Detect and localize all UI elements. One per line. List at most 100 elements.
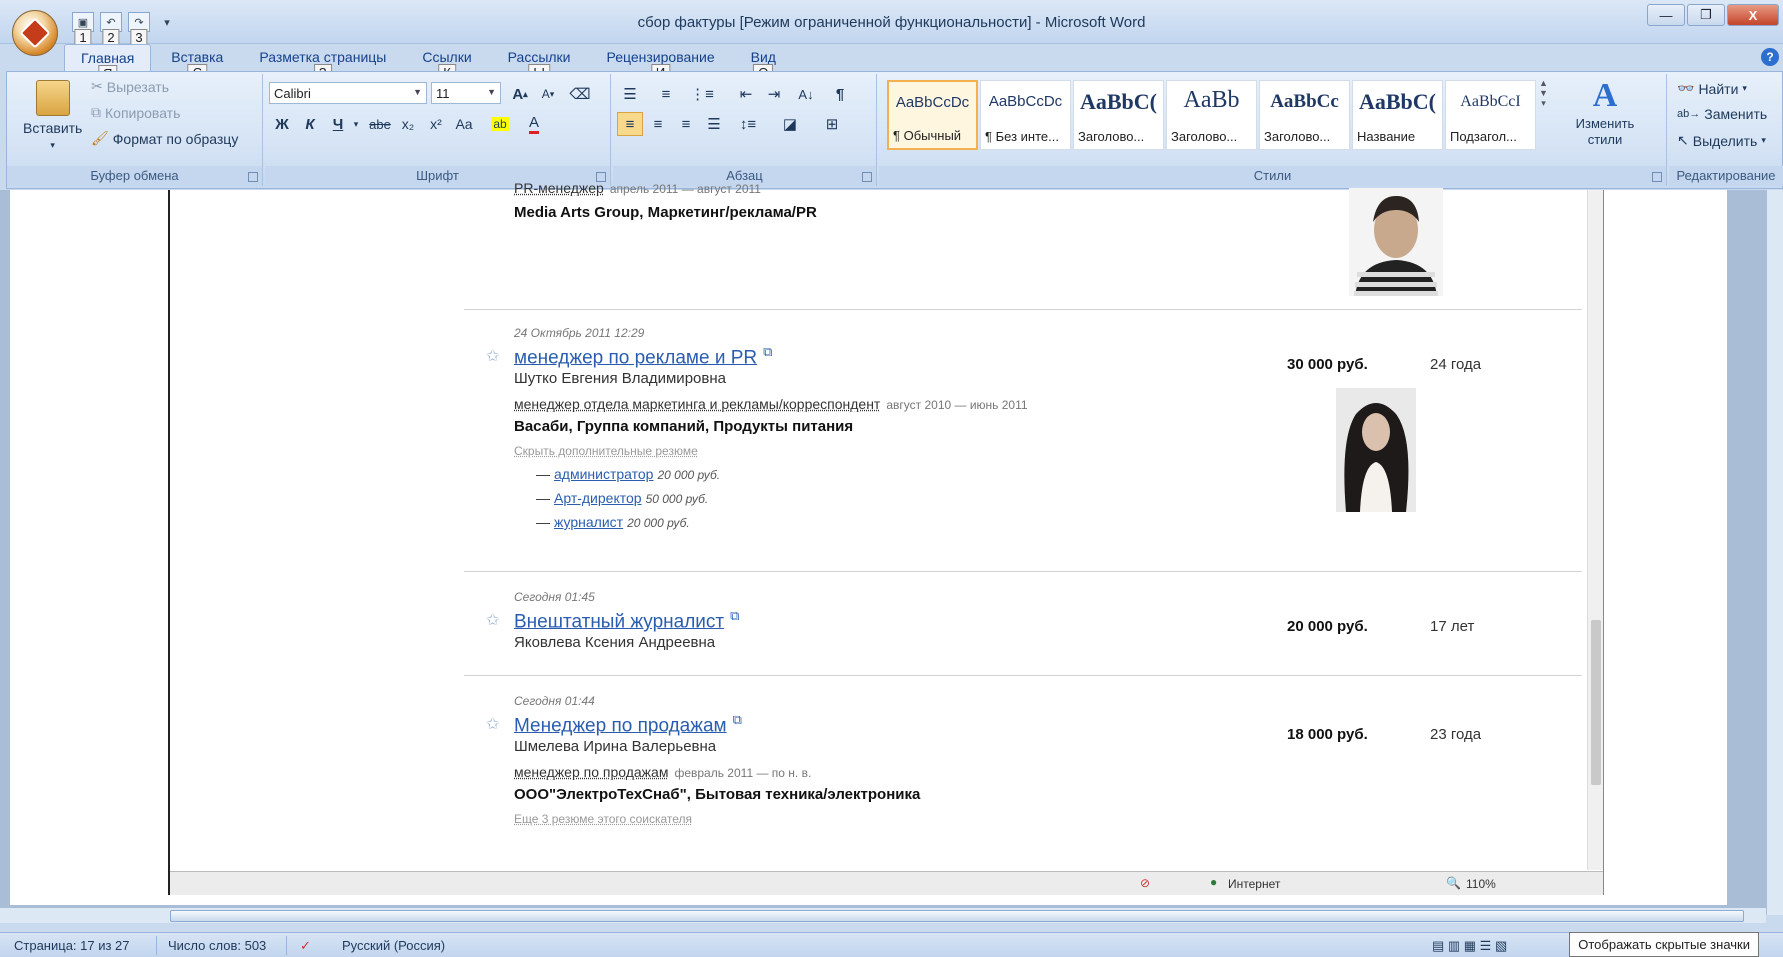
copy-button[interactable]: ⧉ Копировать [91, 104, 180, 121]
style-sample: AaBbCc [1270, 91, 1339, 112]
font-size-combo[interactable]: 11 ▼ [431, 82, 501, 104]
star-icon[interactable]: ✩ [486, 714, 499, 734]
align-right-button[interactable]: ≡ [673, 112, 699, 136]
subscript-button[interactable]: x₂ [395, 112, 421, 136]
tab-references[interactable]: СсылкиК [406, 44, 487, 82]
style-heading-3[interactable]: AaBbCc Заголово... [1259, 80, 1350, 150]
font-name-combo[interactable]: Calibri ▼ [269, 82, 427, 104]
align-center-button[interactable]: ≡ [645, 112, 671, 136]
style-heading-2[interactable]: AaBb Заголово... [1166, 80, 1257, 150]
style-title[interactable]: AaBbC(Название [1352, 80, 1443, 150]
line-spacing-button[interactable]: ↕≡ [735, 112, 761, 136]
increase-indent-button[interactable]: ⇥ [761, 82, 787, 106]
font-color-button[interactable]: A [521, 112, 547, 136]
sub-resume-link[interactable]: журналист [554, 514, 623, 530]
grow-font-button[interactable]: A ▴ [507, 82, 533, 106]
more-resumes-link[interactable]: Еще 3 резюме этого соискателя [514, 812, 692, 826]
word-count[interactable]: Число слов: 503 [168, 938, 266, 953]
superscript-button[interactable]: x² [423, 112, 449, 136]
minimize-button[interactable]: — [1647, 4, 1685, 26]
show-marks-button[interactable]: ¶ [827, 82, 853, 106]
page-indicator[interactable]: Страница: 17 из 27 [14, 938, 130, 953]
style-no-spacing[interactable]: AaBbCcDc ¶ Без инте... [980, 80, 1071, 150]
dialog-launcher-icon[interactable]: . [1652, 172, 1662, 182]
language-indicator[interactable]: Русский (Россия) [342, 938, 445, 953]
bullets-button[interactable]: ☰ [617, 82, 643, 106]
align-right-icon: ≡ [681, 115, 691, 133]
styles-scroll[interactable]: ▲ ▼ ▾ [1539, 78, 1548, 109]
candidate-photo[interactable] [1336, 388, 1416, 512]
resume-title-link[interactable]: менеджер по рекламе и PR ⧉ [514, 344, 772, 369]
previous-job-period: февраль 2011 — по н. в. [674, 766, 812, 780]
cut-button[interactable]: ✂ Вырезать [91, 78, 169, 95]
style-normal[interactable]: AaBbCcDc ¶ Обычный [887, 80, 978, 150]
hide-additional-resumes-link[interactable]: Скрыть дополнительные резюме [514, 444, 698, 458]
document-page[interactable]: PR-менеджер апрель 2011 — август 2011 Med… [10, 180, 1727, 905]
highlight-button[interactable]: ab [487, 112, 513, 136]
tab-review[interactable]: РецензированиеИ [591, 44, 731, 82]
shading-button[interactable]: ◪ [777, 112, 803, 136]
office-button[interactable] [12, 10, 58, 56]
zoom-level[interactable]: 110% [1466, 877, 1496, 891]
replace-button[interactable]: ab→ Заменить [1677, 106, 1767, 122]
select-button[interactable]: ↖ Выделить ▾ [1677, 132, 1766, 149]
borders-icon: ⊞ [825, 116, 839, 133]
bold-button[interactable]: Ж [269, 112, 295, 136]
document-vertical-scrollbar[interactable] [1766, 190, 1783, 915]
sort-button[interactable]: A↓ [793, 82, 819, 106]
align-left-button[interactable]: ≡ [617, 112, 643, 136]
external-link-icon[interactable]: ⧉ [763, 344, 772, 360]
previous-job-title[interactable]: PR-менеджер [514, 180, 604, 196]
scrollbar-thumb[interactable] [1591, 620, 1601, 785]
find-button[interactable]: 👓 Найти ▾ [1677, 80, 1747, 97]
previous-job-title[interactable]: менеджер по продажам [514, 764, 668, 780]
candidate-photo[interactable] [1349, 188, 1443, 296]
shrink-font-button[interactable]: A ▾ [535, 82, 561, 106]
borders-button[interactable]: ⊞ [819, 112, 845, 136]
star-icon[interactable]: ✩ [486, 610, 499, 630]
dialog-launcher-icon[interactable]: . [248, 172, 258, 182]
close-button[interactable]: X [1727, 4, 1779, 26]
justify-button[interactable]: ☰ [701, 112, 727, 136]
resume-title-link[interactable]: Внештатный журналист ⧉ [514, 608, 739, 633]
underline-button[interactable]: Ч [325, 112, 351, 136]
change-case-button[interactable]: Aa [451, 112, 477, 136]
view-buttons[interactable]: ▤ ▥ ▦ ☰ ▧ [1432, 938, 1507, 954]
font-color-icon: A [528, 114, 539, 134]
resume-entry: Сегодня 01:44 ✩ Менеджер по продажам ⧉ Шм… [464, 676, 1582, 856]
tab-insert[interactable]: ВставкаС [155, 44, 239, 82]
style-heading-1[interactable]: AaBbC(Заголово... [1073, 80, 1164, 150]
numbering-button[interactable]: ≡ [653, 82, 679, 106]
web-vertical-scrollbar[interactable] [1587, 190, 1603, 870]
tab-mailings[interactable]: РассылкиЫ [492, 44, 587, 82]
change-styles-button[interactable]: A Изменить стили [1569, 76, 1641, 148]
external-link-icon[interactable]: ⧉ [730, 608, 739, 624]
paste-button[interactable]: Вставить ▾ [23, 80, 82, 151]
sub-resume-link[interactable]: Арт-директор [554, 490, 642, 506]
proofing-icon[interactable]: ✓ [300, 938, 311, 954]
align-center-icon: ≡ [653, 115, 663, 133]
star-icon[interactable]: ✩ [486, 346, 499, 366]
style-name: Название [1357, 129, 1416, 144]
underline-dropdown-icon[interactable]: ▾ [349, 112, 363, 136]
tab-page-layout[interactable]: Разметка страницыЗ [243, 44, 402, 82]
font-name-value: Calibri [274, 86, 311, 101]
clear-formatting-button[interactable]: ⌫ [567, 82, 593, 106]
resume-title-link[interactable]: Менеджер по продажам ⧉ [514, 712, 742, 737]
italic-button[interactable]: К [297, 112, 323, 136]
decrease-indent-button[interactable]: ⇤ [733, 82, 759, 106]
strikethrough-button[interactable]: abe [367, 112, 393, 136]
scrollbar-thumb[interactable] [170, 910, 1744, 922]
external-link-icon[interactable]: ⧉ [733, 712, 742, 728]
restore-button[interactable]: ❐ [1687, 4, 1725, 26]
style-subtitle[interactable]: AaBbCcI Подзагол... [1445, 80, 1536, 150]
format-painter-button[interactable]: 🖌 Формат по образцу [91, 130, 238, 147]
previous-job-title[interactable]: менеджер отдела маркетинга и рекламы/кор… [514, 396, 880, 412]
multilevel-list-button[interactable]: ⋮≡ [689, 82, 715, 106]
tab-home[interactable]: ГлавнаяЯ [64, 44, 152, 83]
help-icon[interactable]: ? [1761, 48, 1779, 66]
document-horizontal-scrollbar[interactable] [0, 907, 1766, 923]
sub-resume-link[interactable]: администратор [554, 466, 653, 482]
tab-view[interactable]: ВидО [735, 44, 792, 82]
more-icon: ▾ [1541, 98, 1546, 108]
